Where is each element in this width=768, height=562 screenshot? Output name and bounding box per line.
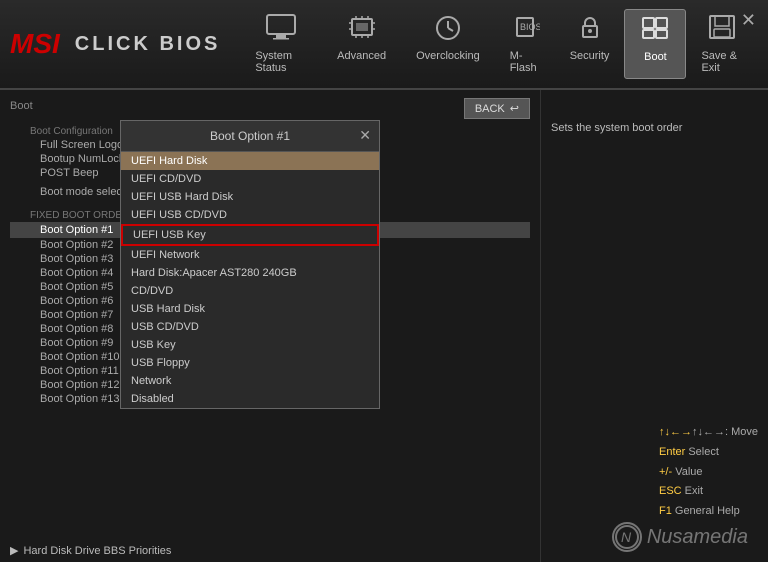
modal-item-usb-floppy[interactable]: USB Floppy xyxy=(121,354,379,372)
close-button[interactable]: ✕ xyxy=(741,10,756,31)
boot-icon xyxy=(640,15,670,48)
arrow-icon: ▶ xyxy=(10,544,18,557)
tab-system-status[interactable]: System Status xyxy=(240,9,322,79)
modal-item-disabled[interactable]: Disabled xyxy=(121,390,379,408)
tab-m-flash-label: M-Flash xyxy=(510,50,540,74)
key-help: ↑↓←→↑↓←→: Move Enter Select +/- Value ES… xyxy=(659,423,758,522)
modal-title: Boot Option #1 ✕ xyxy=(121,121,379,152)
key-esc: ESC Exit xyxy=(659,482,758,502)
modal-item-cddvd[interactable]: CD/DVD xyxy=(121,282,379,300)
tab-boot-label: Boot xyxy=(644,51,667,63)
tab-overclocking-label: Overclocking xyxy=(416,50,480,62)
key-move: ↑↓←→↑↓←→: Move xyxy=(659,423,758,443)
tab-security-label: Security xyxy=(570,50,610,62)
modal-item-uefi-cddvd[interactable]: UEFI CD/DVD xyxy=(121,170,379,188)
tab-overclocking[interactable]: Overclocking xyxy=(401,9,495,79)
modal-item-usb-key[interactable]: USB Key xyxy=(121,336,379,354)
modal-item-uefi-usb-cddvd[interactable]: UEFI USB CD/DVD xyxy=(121,206,379,224)
right-panel: Sets the system boot order ↑↓←→↑↓←→: Mov… xyxy=(540,90,768,562)
save-icon xyxy=(707,14,737,47)
tab-advanced[interactable]: Advanced xyxy=(322,9,401,79)
boot-option-modal: Boot Option #1 ✕ UEFI Hard Disk UEFI CD/… xyxy=(120,120,380,409)
left-panel: Boot BACK ↩ Boot Configuration Full Scre… xyxy=(0,90,540,562)
tab-boot[interactable]: Boot xyxy=(624,9,686,79)
modal-item-usb-hdd[interactable]: USB Hard Disk xyxy=(121,300,379,318)
logo-msi: MSI xyxy=(10,28,60,60)
key-value: +/- Value xyxy=(659,463,758,483)
tab-save-exit-label: Save & Exit xyxy=(701,50,743,74)
watermark: N Nusamedia xyxy=(612,522,748,552)
modal-list: UEFI Hard Disk UEFI CD/DVD UEFI USB Hard… xyxy=(121,152,379,408)
hdd-priorities[interactable]: ▶ Hard Disk Drive BBS Priorities xyxy=(10,544,171,557)
modal-item-uefi-usb-hdd[interactable]: UEFI USB Hard Disk xyxy=(121,188,379,206)
header: MSI CLICK BIOS System Status Advanced Ov… xyxy=(0,0,768,90)
key-f1: F1 General Help xyxy=(659,502,758,522)
modal-close-button[interactable]: ✕ xyxy=(359,127,371,144)
key-enter: Enter Select xyxy=(659,443,758,463)
clock-icon xyxy=(433,14,463,47)
svg-text:N: N xyxy=(621,529,632,545)
nav-tabs: System Status Advanced Overclocking BIOS… xyxy=(240,9,758,79)
help-text: Sets the system boot order xyxy=(551,120,758,137)
watermark-text: Nusamedia xyxy=(647,526,748,549)
tab-advanced-label: Advanced xyxy=(337,50,386,62)
main-content: Boot BACK ↩ Boot Configuration Full Scre… xyxy=(0,90,768,562)
lock-icon xyxy=(575,14,605,47)
breadcrumb: Boot xyxy=(10,100,33,112)
watermark-icon: N xyxy=(612,522,642,552)
modal-item-uefi-hdd[interactable]: UEFI Hard Disk xyxy=(121,152,379,170)
modal-item-uefi-network[interactable]: UEFI Network xyxy=(121,246,379,264)
logo-text: CLICK BIOS xyxy=(75,33,221,56)
tab-m-flash[interactable]: BIOS M-Flash xyxy=(495,9,555,79)
tab-security[interactable]: Security xyxy=(555,9,625,79)
chip-icon: BIOS xyxy=(510,14,540,47)
modal-item-hdd-apacer[interactable]: Hard Disk:Apacer AST280 240GB xyxy=(121,264,379,282)
modal-item-uefi-usb-key[interactable]: UEFI USB Key xyxy=(121,224,379,246)
back-button[interactable]: BACK ↩ xyxy=(464,98,530,119)
modal-item-network[interactable]: Network xyxy=(121,372,379,390)
cpu-icon xyxy=(347,14,377,47)
monitor-icon xyxy=(266,14,296,47)
tab-system-status-label: System Status xyxy=(255,50,307,74)
svg-text:BIOS: BIOS xyxy=(520,22,540,32)
modal-item-usb-cddvd[interactable]: USB CD/DVD xyxy=(121,318,379,336)
